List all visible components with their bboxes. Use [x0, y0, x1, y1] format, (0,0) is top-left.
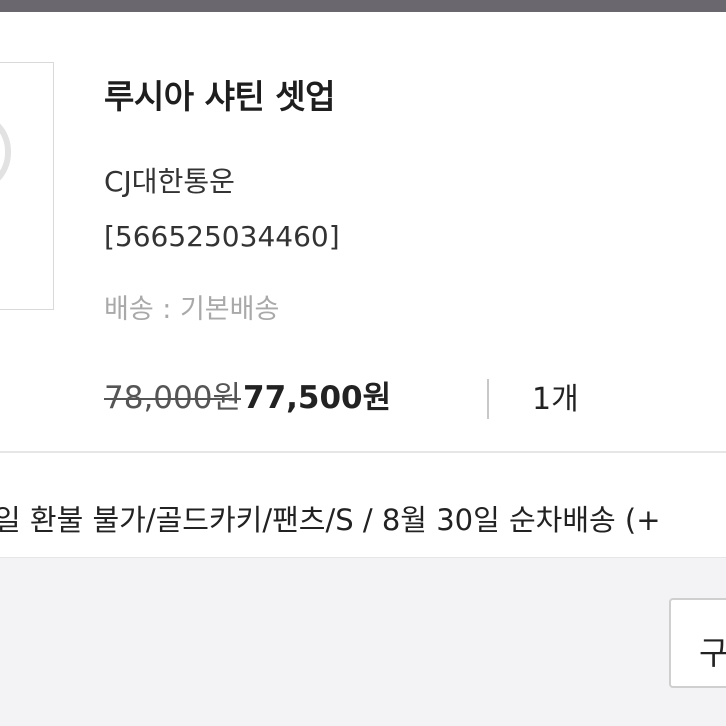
product-title[interactable]: 루시아 샤틴 셋업	[104, 70, 336, 118]
quantity: 1개	[532, 382, 579, 417]
sale-price: 77,500원	[243, 380, 392, 416]
thumbnail-image-fragment	[0, 111, 11, 193]
footer-action-button[interactable]: 구	[669, 598, 726, 688]
price-quantity-divider	[487, 379, 489, 419]
product-thumbnail[interactable]	[0, 62, 54, 310]
order-item-card: 루시아 샤틴 셋업 CJ대한통운 [566525034460] 배송 : 기본배…	[0, 12, 726, 452]
option-row: 일 환불 불가/골드카키/팬츠/S / 8월 30일 순차배송 (+	[0, 453, 726, 557]
original-price: 78,000원	[104, 380, 241, 416]
price-row: 78,000원77,500원	[104, 372, 391, 416]
tracking-number: [566525034460]	[104, 220, 340, 253]
option-text: 일 환불 불가/골드카키/팬츠/S / 8월 30일 순차배송 (+	[0, 503, 661, 537]
shipping-method: 배송 : 기본배송	[104, 294, 280, 325]
carrier-name: CJ대한통운	[104, 165, 235, 198]
footer-bar: 구	[0, 557, 726, 726]
top-bar	[0, 0, 726, 12]
